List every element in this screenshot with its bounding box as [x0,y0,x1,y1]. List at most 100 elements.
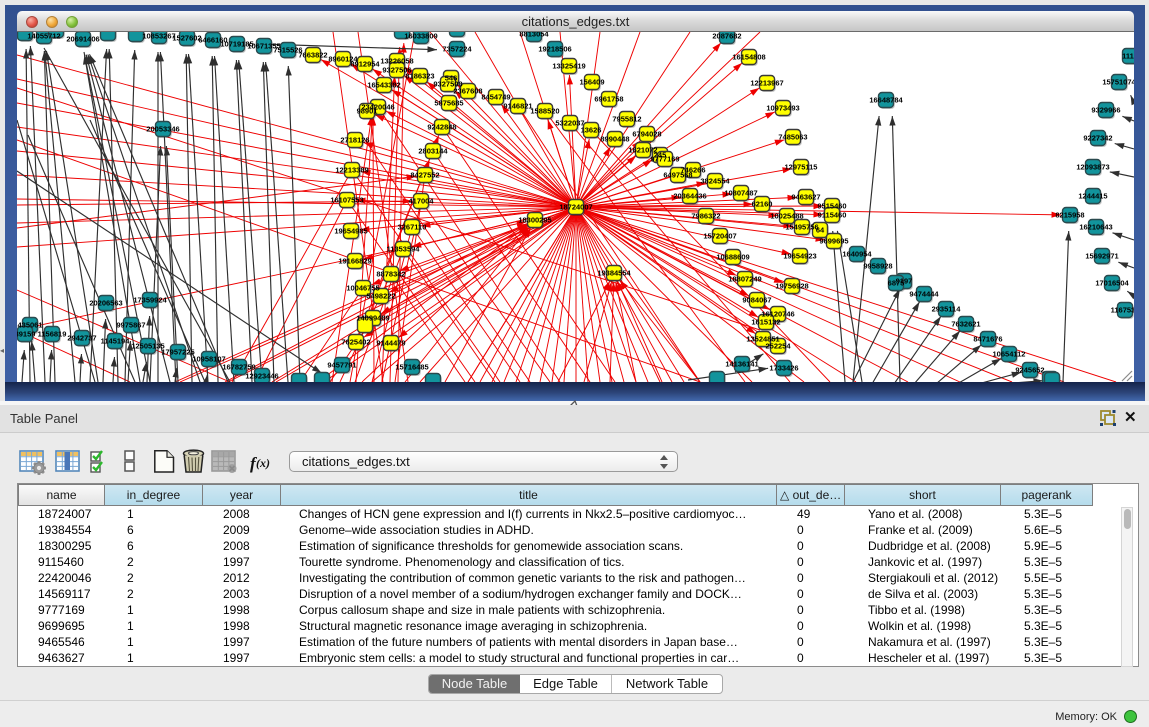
svg-text:20364436: 20364436 [673,192,706,201]
svg-text:7986322: 7986322 [691,212,720,221]
svg-text:10654112: 10654112 [993,350,1026,359]
svg-text:16033809: 16033809 [404,32,437,41]
svg-text:13626: 13626 [581,126,602,135]
svg-text:10853267: 10853267 [142,32,175,41]
svg-text:18807249: 18807249 [728,275,761,284]
svg-text:12505135: 12505135 [131,342,164,351]
svg-text:2942737: 2942737 [67,334,96,343]
svg-text:19654923: 19654923 [783,252,816,261]
svg-text:15751074: 15751074 [1102,78,1134,87]
svg-text:15720407: 15720407 [703,232,736,241]
svg-text:9084067: 9084067 [742,296,771,305]
svg-text:19654985: 19654985 [334,227,367,236]
svg-text:5875685: 5875685 [434,99,463,108]
svg-text:9115460: 9115460 [818,211,847,220]
svg-text:19166829: 19166829 [338,257,371,266]
svg-text:16543382: 16543382 [367,81,400,90]
svg-text:1145194: 1145194 [101,337,131,346]
svg-text:20206563: 20206563 [89,299,122,308]
svg-text:18724007: 18724007 [559,203,592,212]
svg-text:10807487: 10807487 [724,189,757,198]
svg-text:1112: 1112 [1122,52,1134,61]
svg-text:17359924: 17359924 [133,296,167,305]
svg-text:7357224: 7357224 [442,45,472,54]
svg-text:13226058: 13226058 [380,57,413,66]
svg-text:252254: 252254 [765,342,791,351]
svg-text:1615132: 1615132 [751,318,780,327]
svg-text:12093873: 12093873 [1076,163,1109,172]
svg-text:9146821: 9146821 [503,102,532,111]
svg-text:6497568: 6497568 [663,171,692,180]
svg-text:417004: 417004 [408,197,434,206]
svg-text:2718126: 2718126 [340,136,369,145]
svg-text:8878342: 8878342 [376,270,405,279]
svg-text:3267110: 3267110 [398,223,427,232]
svg-text:8813054: 8813054 [519,32,549,39]
svg-text:12213389: 12213389 [335,166,368,175]
svg-text:9699695: 9699695 [819,237,848,246]
svg-text:16782759: 16782759 [222,363,255,372]
svg-text:14055712: 14055712 [27,32,60,41]
svg-text:7663822: 7663822 [298,51,327,60]
svg-text:435061: 435061 [17,321,42,330]
svg-text:9474444: 9474444 [909,290,939,299]
svg-text:2935114: 2935114 [932,305,962,314]
svg-text:1244415: 1244415 [1078,192,1107,201]
svg-text:19384554: 19384554 [597,269,631,278]
svg-text:2803144: 2803144 [418,147,448,156]
svg-text:17957225: 17957225 [161,348,194,357]
svg-text:8427552: 8427552 [410,171,439,180]
svg-text:15716485: 15716485 [395,363,428,372]
svg-text:156409: 156409 [579,78,604,87]
svg-text:7632621: 7632621 [951,320,980,329]
svg-text:2087682: 2087682 [712,32,741,41]
svg-text:8215958: 8215958 [1055,211,1084,220]
svg-text:10688609: 10688609 [716,253,749,262]
svg-text:5498222: 5498222 [366,292,395,301]
svg-text:1588520: 1588520 [530,107,559,116]
svg-text:9463627: 9463627 [791,193,820,202]
svg-text:6961758: 6961758 [594,95,623,104]
svg-text:9975867: 9975867 [116,321,145,330]
svg-text:6875: 6875 [888,279,905,288]
svg-text:9515460: 9515460 [817,202,846,211]
svg-text:10973493: 10973493 [766,104,799,113]
svg-text:9245652: 9245652 [1015,366,1044,375]
svg-text:9958928: 9958928 [863,262,892,271]
svg-text:15495756: 15495756 [785,223,818,232]
svg-text:7485063: 7485063 [778,133,807,142]
svg-text:9144479: 9144479 [376,339,405,348]
svg-text:14136141: 14136141 [725,360,758,369]
svg-text:13325419: 13325419 [552,62,585,71]
svg-text:20691406: 20691406 [66,35,99,44]
svg-text:8990448: 8990448 [600,135,629,144]
svg-text:17016504: 17016504 [1095,279,1129,288]
svg-text:7625402: 7625402 [341,338,370,347]
svg-text:8912954: 8912954 [350,60,380,69]
svg-text:3824554: 3824554 [700,177,730,186]
svg-text:1733426: 1733426 [769,364,798,373]
svg-text:10958107: 10958107 [192,355,225,364]
svg-text:11353594: 11353594 [387,245,421,254]
svg-text:18300295: 18300295 [518,216,551,225]
svg-text:1527602: 1527602 [172,34,201,43]
svg-text:16107553: 16107553 [330,196,363,205]
svg-text:1156819: 1156819 [38,330,67,339]
svg-text:10025488: 10025488 [770,212,803,221]
svg-text:9777169: 9777169 [650,155,679,164]
svg-text:12213967: 12213967 [750,79,783,88]
svg-text:62160: 62160 [752,200,773,209]
svg-text:39159: 39159 [17,330,35,339]
svg-text:19756928: 19756928 [775,282,808,291]
svg-text:16210643: 16210643 [1079,223,1112,232]
svg-text:1167533: 1167533 [1111,306,1134,315]
svg-text:16648784: 16648784 [869,96,903,105]
svg-text:9457791: 9457791 [327,361,356,370]
svg-text:8186323: 8186323 [405,72,434,81]
svg-text:6794028: 6794028 [632,130,661,139]
svg-text:1640954: 1640954 [842,250,872,259]
svg-text:20053346: 20053346 [146,125,179,134]
svg-text:7955812: 7955812 [612,115,641,124]
svg-text:14099489: 14099489 [356,314,389,323]
svg-text:9329966: 9329966 [1091,106,1120,115]
